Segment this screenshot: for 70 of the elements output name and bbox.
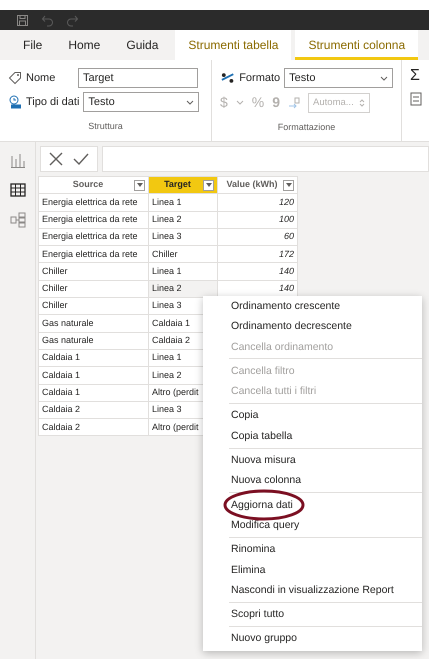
table-cell: Linea 2 — [148, 211, 218, 228]
table-cell: Chiller — [38, 298, 148, 315]
table-cell: Energia elettrica da rete — [38, 211, 148, 228]
data-type-label: Tipo di dati — [26, 94, 80, 110]
table-cell: Chiller — [38, 262, 148, 280]
table-cell: Linea 1 — [148, 262, 218, 280]
clock-number-icon — [8, 95, 22, 109]
group-label: Struttura — [87, 120, 124, 133]
table-cell: Linea 3 — [148, 228, 218, 246]
table-cell: Chiller — [148, 246, 218, 263]
menu-item[interactable]: Scopri tutto — [203, 604, 422, 624]
group-label: Formattazione — [276, 121, 336, 134]
table-view-icon[interactable] — [10, 182, 26, 198]
menu-item[interactable]: Rinomina — [203, 539, 422, 560]
caret-icon — [286, 183, 292, 188]
caret-icon — [136, 183, 142, 188]
caret-icon — [236, 100, 244, 105]
decimal-icon — [288, 96, 300, 108]
caret-icon — [186, 100, 194, 104]
format-select[interactable]: Testo — [284, 68, 393, 88]
table-cell: 60 — [218, 228, 298, 246]
table-cell: Linea 1 — [148, 194, 218, 212]
model-view-icon[interactable] — [10, 212, 26, 228]
menu-item[interactable]: Nuovo gruppo — [203, 628, 422, 649]
table-cell: Caldaia 1 — [38, 349, 148, 367]
name-label: Nome — [26, 70, 56, 86]
ribbon-tab[interactable]: Home — [55, 30, 114, 60]
table-cell: Energia elettrica da rete — [38, 228, 148, 246]
tag-icon — [8, 71, 22, 85]
table-cell: 140 — [218, 262, 298, 280]
save-icon[interactable] — [16, 14, 29, 26]
filter-button[interactable] — [134, 180, 145, 191]
menu-item[interactable]: Elimina — [203, 560, 422, 580]
table-cell: Gas naturale — [38, 314, 148, 332]
menu-item[interactable]: Modifica query — [203, 514, 422, 536]
table-cell: Energia elettrica da rete — [38, 246, 148, 263]
table-cell: Caldaia 2 — [38, 418, 148, 436]
check-icon[interactable] — [73, 153, 89, 165]
menu-item[interactable]: Nuova colonna — [203, 470, 422, 491]
table-cell: 100 — [218, 211, 298, 228]
ribbon-tab[interactable]: File — [10, 30, 56, 60]
table-cell: Caldaia 1 — [38, 384, 148, 402]
caret-icon — [206, 183, 212, 188]
ribbon-tab[interactable]: Strumenti colonna — [295, 30, 418, 60]
table-cell: Energia elettrica da rete — [38, 194, 148, 212]
table-cell: 120 — [218, 194, 298, 212]
formula-field[interactable] — [102, 146, 429, 172]
format-label: Formato — [239, 70, 280, 86]
filter-button[interactable] — [203, 180, 214, 191]
sigma-button[interactable]: Σ — [410, 68, 422, 84]
filter-button[interactable] — [283, 180, 294, 191]
currency-percent-icon — [220, 71, 236, 85]
name-field[interactable]: Target — [78, 68, 198, 88]
ribbon-tab[interactable]: Guida — [113, 30, 172, 60]
table-cell: 172 — [218, 246, 298, 263]
data-type-select[interactable]: Testo — [83, 92, 200, 112]
table-cell: Caldaia 2 — [38, 401, 148, 419]
table-cell: Linea 2 — [148, 280, 218, 298]
menu-item[interactable]: Aggiorna dati — [203, 494, 422, 515]
report-view-icon[interactable] — [10, 152, 26, 168]
caret-icon — [380, 76, 388, 80]
cancel-icon[interactable] — [49, 152, 63, 166]
menu-item[interactable]: Nuova misura — [203, 450, 422, 470]
menu-item[interactable]: Nascondi in visualizzazione Report — [203, 580, 422, 600]
table-cell: Chiller — [38, 280, 148, 298]
table-cell: Gas naturale — [38, 332, 148, 350]
summary-icon — [410, 92, 422, 106]
table-cell: Caldaia 1 — [38, 366, 148, 384]
spinner-icon — [359, 98, 366, 108]
ribbon-tab[interactable]: Strumenti tabella — [175, 30, 292, 60]
